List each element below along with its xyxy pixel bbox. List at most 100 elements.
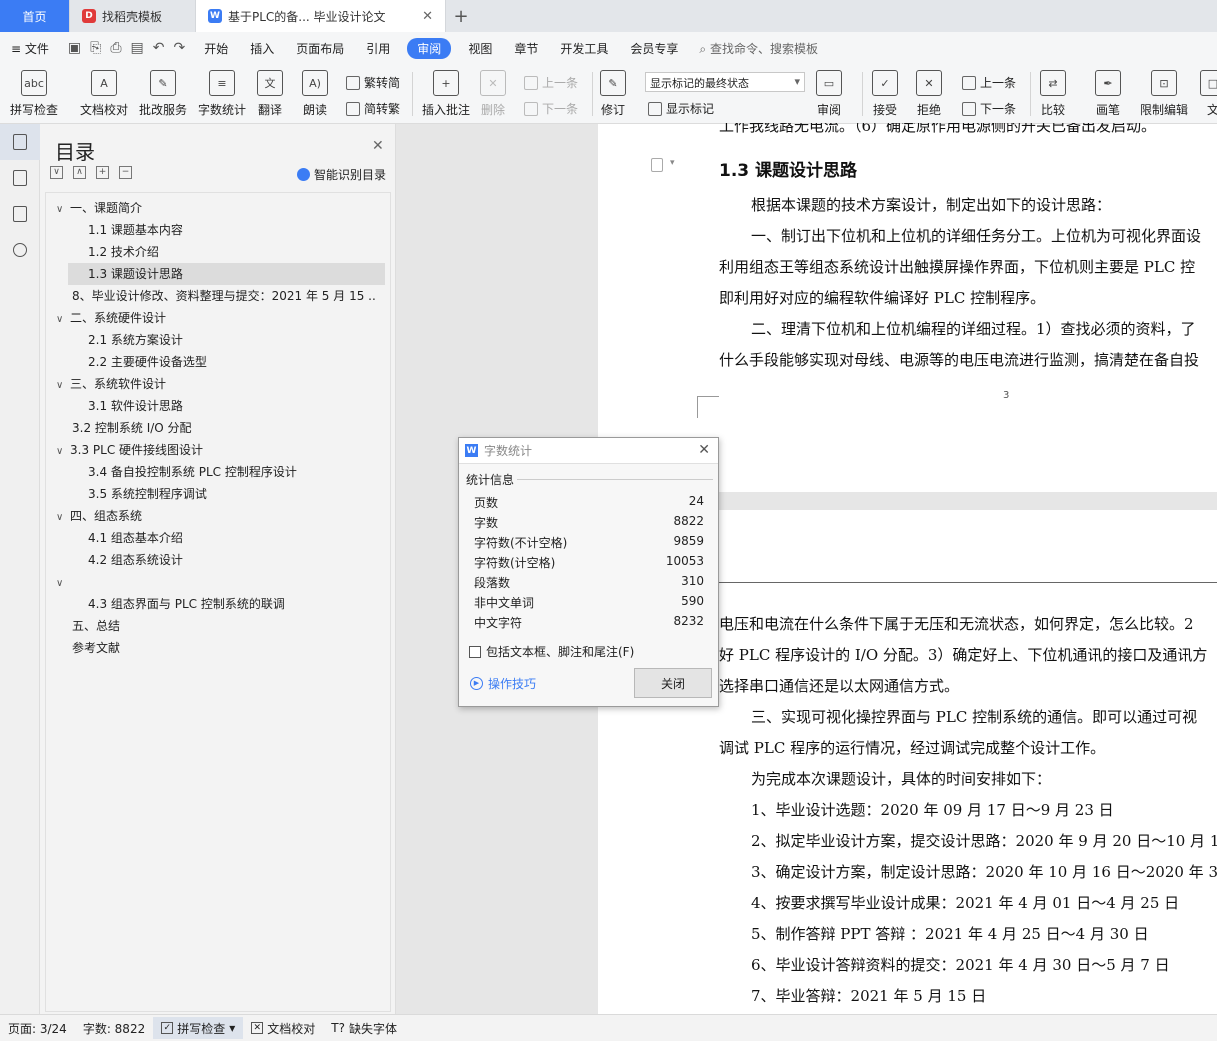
markup-state-select[interactable]: 显示标记的最终状态 — [645, 72, 805, 92]
menu-layout[interactable]: 页面布局 — [285, 40, 355, 57]
tab-template[interactable]: D 找稻壳模板 — [70, 0, 196, 32]
toc-item[interactable]: 4.1 组态基本介绍 — [88, 527, 183, 549]
toc-item[interactable]: 4.2 组态系统设计 — [88, 549, 183, 571]
doc-rights-button[interactable]: □ 文 — [1200, 70, 1217, 118]
doc-text-line[interactable]: 二、理清下位机和上位机编程的详细过程。1）查找必须的资料，了 — [751, 318, 1196, 339]
toc-item[interactable]: ∨ 一、课题简介 — [56, 197, 142, 219]
collapse-caret-icon[interactable]: ∨ — [56, 441, 70, 461]
paragraph-marker-icon[interactable] — [651, 158, 663, 172]
undo-icon[interactable]: ↶ — [153, 40, 165, 56]
spellcheck-status[interactable]: ✓ 拼写检查 ▾ — [153, 1017, 244, 1039]
toc-item[interactable]: 1.2 技术介绍 — [88, 241, 159, 263]
pen-button[interactable]: ✒ 画笔 — [1095, 70, 1121, 118]
close-tab-icon[interactable]: ✕ — [422, 9, 433, 24]
proofread-status[interactable]: ✕ 文档校对 — [243, 1020, 323, 1037]
print-icon[interactable]: ⎙ — [110, 40, 121, 56]
file-menu[interactable]: ≡ 文件 — [0, 40, 60, 57]
find-nav-button[interactable] — [0, 232, 40, 268]
smart-toc-button[interactable]: 智能识别目录 — [297, 166, 386, 183]
new-tab-button[interactable]: + — [446, 0, 476, 32]
next-change-button[interactable]: 下一条 — [962, 100, 1016, 117]
toc-item[interactable]: ∨ 3.3 PLC 硬件接线图设计 — [56, 439, 203, 461]
menu-member[interactable]: 会员专享 — [619, 40, 689, 57]
doc-text-line[interactable]: 5、制作答辩 PPT 答辩 ：2021 年 4 月 25 日～4 月 30 日 — [751, 923, 1149, 944]
collapse-caret-icon[interactable]: ∨ — [56, 309, 70, 329]
doc-text-line[interactable]: 即利用好对应的编程软件编译好 PLC 控制程序。 — [719, 287, 1045, 308]
toc-nav-button[interactable] — [0, 124, 40, 160]
command-search[interactable]: ⌕ 查找命令、搜索模板 — [699, 40, 818, 57]
insert-comment-button[interactable]: + 插入批注 — [422, 70, 470, 118]
menu-insert[interactable]: 插入 — [239, 40, 285, 57]
toc-item[interactable]: 2.2 主要硬件设备选型 — [88, 351, 207, 373]
chevron-down-icon[interactable]: ▾ — [670, 158, 675, 168]
include-footnotes-checkbox[interactable]: 包括文本框、脚注和尾注(F) — [469, 643, 634, 660]
toc-item[interactable]: ∨ 四、组态系统 — [56, 505, 142, 527]
to-traditional-button[interactable]: 繁转简 — [346, 74, 400, 91]
toc-item[interactable]: 五、总结 — [72, 615, 120, 637]
close-button[interactable]: 关闭 — [634, 668, 712, 698]
close-icon[interactable]: ✕ — [372, 138, 384, 154]
collapse-caret-icon[interactable]: ∨ — [56, 507, 70, 527]
toc-item-selected[interactable]: 1.3 课题设计思路 — [68, 263, 385, 285]
doc-text-line[interactable]: 调试 PLC 程序的运行情况，经过调试完成整个设计工作。 — [719, 737, 1105, 758]
show-markup-button[interactable]: 显示标记 — [648, 100, 714, 117]
chapter-nav-button[interactable] — [0, 160, 40, 196]
doc-text-line[interactable]: 好 PLC 程序设计的 I/O 分配。3）确定好上、下位机通讯的接口及通讯方 — [719, 644, 1207, 665]
proofread-button[interactable]: A 文档校对 — [80, 70, 128, 118]
compare-button[interactable]: ⇄ 比较 — [1040, 70, 1066, 118]
toc-item[interactable]: ∨ 二、系统硬件设计 — [56, 307, 166, 329]
toc-item[interactable]: ∨ 三、系统软件设计 — [56, 373, 166, 395]
missing-font-status[interactable]: T? 缺失字体 — [323, 1020, 405, 1037]
word-count-button[interactable]: ≡ 字数统计 — [198, 70, 246, 118]
track-changes-button[interactable]: ✎ 修订 — [600, 70, 626, 118]
doc-text-line[interactable]: 选择串口通信还是以太网通信方式。 — [719, 675, 959, 696]
toc-item[interactable]: 2.1 系统方案设计 — [88, 329, 183, 351]
collapse-caret-icon[interactable]: ∨ — [56, 375, 70, 395]
read-aloud-button[interactable]: A) 朗读 — [302, 70, 328, 118]
print-preview-icon[interactable]: ▤ — [131, 40, 144, 56]
collapse-all-icon[interactable]: ∧ — [73, 166, 86, 179]
tab-home[interactable]: 首页 — [0, 0, 70, 32]
doc-text-line[interactable]: 什么手段能够实现对母线、电源等的电压电流进行监测，搞清楚在备自投 — [719, 349, 1199, 370]
word-count-indicator[interactable]: 字数: 8822 — [75, 1020, 153, 1037]
toc-item[interactable]: 8、毕业设计修改、资料整理与提交：2021 年 5 月 15 ... — [72, 285, 377, 307]
export-icon[interactable]: ⎘ — [90, 40, 101, 56]
remove-heading-icon[interactable]: − — [119, 166, 132, 179]
bookmark-nav-button[interactable] — [0, 196, 40, 232]
review-pane-button[interactable]: ▭ 审阅 — [816, 70, 842, 118]
toc-item[interactable]: 参考文献 — [72, 637, 120, 659]
toc-item[interactable]: 3.4 备自投控制系统 PLC 控制程序设计 — [88, 461, 297, 483]
toc-item[interactable]: 1.1 课题基本内容 — [88, 219, 183, 241]
toc-item[interactable]: 3.5 系统控制程序调试 — [88, 483, 207, 505]
menu-chapter[interactable]: 章节 — [503, 40, 549, 57]
collapse-caret-icon[interactable]: ∨ — [56, 573, 70, 593]
menu-view[interactable]: 视图 — [457, 40, 503, 57]
toc-item[interactable]: 4.3 组态界面与 PLC 控制系统的联调 — [88, 593, 285, 615]
doc-text-line[interactable]: 7、毕业答辩：2021 年 5 月 15 日 — [751, 985, 986, 1006]
reject-button[interactable]: ✕ 拒绝 — [916, 70, 942, 118]
toc-item[interactable]: 3.2 控制系统 I/O 分配 — [72, 417, 192, 439]
accept-button[interactable]: ✓ 接受 — [872, 70, 898, 118]
menu-developer[interactable]: 开发工具 — [549, 40, 619, 57]
restrict-edit-button[interactable]: ⊡ 限制编辑 — [1140, 70, 1188, 118]
next-comment-button[interactable]: 下一条 — [524, 100, 578, 117]
batch-service-button[interactable]: ✎ 批改服务 — [139, 70, 187, 118]
doc-text-line[interactable]: 2、拟定毕业设计方案，提交设计思路：2020 年 9 月 20 日～10 月 1 — [751, 830, 1217, 851]
collapse-caret-icon[interactable]: ∨ — [56, 199, 70, 219]
tab-document[interactable]: W 基于PLC的备... 毕业设计论文 ✕ — [196, 0, 446, 32]
doc-text-line[interactable]: 1、毕业设计选题：2020 年 09 月 17 日～9 月 23 日 — [751, 799, 1114, 820]
prev-comment-button[interactable]: 上一条 — [524, 74, 578, 91]
toc-item[interactable]: 3.1 软件设计思路 — [88, 395, 183, 417]
doc-text-line[interactable]: 6、毕业设计答辩资料的提交：2021 年 4 月 30 日～5 月 7 日 — [751, 954, 1170, 975]
doc-text-line[interactable]: 根据本课题的技术方案设计，制定出如下的设计思路： — [751, 194, 1111, 215]
delete-comment-button[interactable]: ✕ 删除 — [480, 70, 506, 118]
close-icon[interactable]: ✕ — [698, 442, 710, 458]
menu-review[interactable]: 审阅 — [407, 37, 452, 59]
expand-all-icon[interactable]: ∨ — [50, 166, 63, 179]
doc-text-line[interactable]: 三、实现可视化操控界面与 PLC 控制系统的通信。即可以通过可视 — [751, 706, 1197, 727]
dialog-titlebar[interactable]: W 字数统计 — [459, 438, 718, 464]
section-heading[interactable]: 1.3 课题设计思路 — [719, 156, 857, 181]
translate-button[interactable]: 文翻译 — [257, 70, 283, 118]
toc-item[interactable]: ∨ — [56, 571, 70, 593]
spellcheck-button[interactable]: abc 拼写检查 — [10, 70, 58, 118]
